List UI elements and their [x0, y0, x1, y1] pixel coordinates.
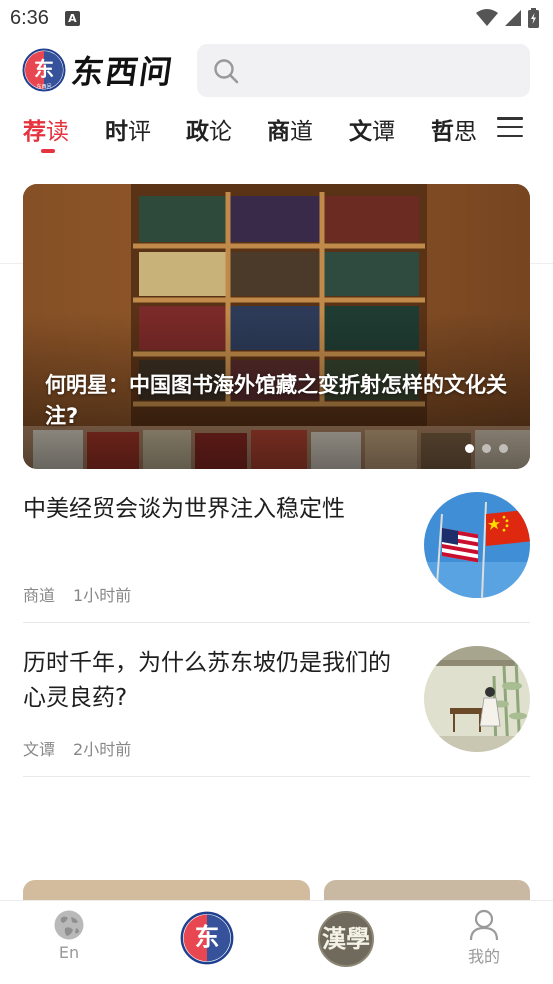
news-title: 历时千年，为什么苏东坡仍是我们的心灵良药?: [23, 650, 391, 711]
tab-label-first: 时: [105, 119, 128, 145]
news-category: 文谭: [23, 740, 56, 759]
search-bar[interactable]: [197, 44, 530, 97]
search-icon: [214, 58, 239, 83]
tab-label-rest: 读: [46, 119, 69, 145]
news-item[interactable]: 中美经贸会谈为世界注入稳定性 商道 1小时前: [23, 492, 530, 612]
tab-label-first: 哲: [431, 119, 454, 145]
search-input[interactable]: [249, 61, 529, 80]
dongxiwen-logo-icon: 东: [180, 911, 234, 965]
list-divider: [23, 622, 530, 623]
menu-icon[interactable]: [497, 114, 523, 140]
battery-icon: [528, 8, 539, 28]
tab-label-rest: 谭: [372, 119, 395, 145]
tab-label-rest: 思: [454, 119, 477, 145]
app-header: 东 东西问 东西问: [0, 40, 553, 100]
news-meta: 商道 1小时前: [23, 582, 131, 606]
carousel-dot[interactable]: [482, 444, 491, 453]
notification-icon: A: [64, 10, 80, 26]
list-divider: [23, 776, 530, 777]
tab-philosophy[interactable]: 哲思: [431, 112, 477, 146]
nav-hanxue[interactable]: 漢學: [318, 911, 374, 967]
nav-home[interactable]: 东: [180, 911, 234, 965]
user-icon: [469, 909, 499, 941]
tab-commentary[interactable]: 时评: [105, 112, 151, 146]
svg-text:东: 东: [34, 57, 54, 81]
dongxiwen-logo-icon: 东 东西问: [22, 48, 66, 92]
tab-label-first: 政: [186, 119, 209, 145]
svg-text:东: 东: [195, 922, 220, 951]
news-time: 2小时前: [73, 740, 132, 759]
nav-label: 我的: [467, 947, 500, 966]
globe-icon: [54, 910, 84, 940]
us-china-flags-image: [424, 492, 530, 598]
news-meta: 文谭 2小时前: [23, 736, 131, 760]
active-tab-indicator: [41, 149, 55, 153]
tab-business[interactable]: 商道: [267, 112, 313, 146]
tab-label-first: 商: [267, 119, 290, 145]
nav-label: En: [58, 943, 80, 962]
status-icons: [476, 8, 539, 28]
svg-text:漢學: 漢學: [322, 924, 370, 953]
app-logo[interactable]: 东 东西问 东西问: [22, 47, 177, 93]
status-bar: 6:36 A: [0, 0, 553, 36]
bottom-nav: En 东 漢學 我的: [0, 900, 553, 984]
news-item[interactable]: 历时千年，为什么苏东坡仍是我们的心灵良药? 文谭 2小时前: [23, 646, 530, 766]
tab-label-first: 荐: [23, 119, 46, 145]
logo-text: 东西问: [69, 53, 177, 91]
tab-label-rest: 论: [209, 119, 232, 145]
news-thumbnail: [424, 492, 530, 598]
hanxue-seal-icon: 漢學: [318, 911, 374, 967]
carousel-dot[interactable]: [499, 444, 508, 453]
news-thumbnail: [424, 646, 530, 752]
tab-recommended[interactable]: 荐读: [23, 112, 69, 146]
tab-label-rest: 道: [290, 119, 313, 145]
tab-culture[interactable]: 文谭: [349, 112, 395, 146]
carousel-indicator: [465, 444, 508, 453]
tab-label-first: 文: [349, 119, 372, 145]
news-time: 1小时前: [73, 586, 132, 605]
nav-english[interactable]: En: [50, 909, 88, 962]
featured-banner[interactable]: 何明星：中国图书海外馆藏之变折射怎样的文化关注?: [23, 184, 530, 469]
status-time: 6:36: [10, 6, 49, 29]
logo-small-text: 东西问: [36, 83, 51, 90]
news-title: 中美经贸会谈为世界注入稳定性: [23, 496, 345, 522]
tab-politics[interactable]: 政论: [186, 112, 232, 146]
wifi-icon: [476, 9, 498, 26]
category-tabs: 荐读 时评 政论 商道 文谭 哲思: [0, 104, 553, 264]
news-category: 商道: [23, 586, 56, 605]
signal-icon: [505, 10, 521, 26]
nav-profile[interactable]: 我的: [464, 909, 504, 967]
banner-title: 何明星：中国图书海外馆藏之变折射怎样的文化关注?: [45, 373, 507, 428]
carousel-dot[interactable]: [465, 444, 474, 453]
tab-label-rest: 评: [128, 119, 151, 145]
scholar-painting-image: [424, 646, 530, 752]
